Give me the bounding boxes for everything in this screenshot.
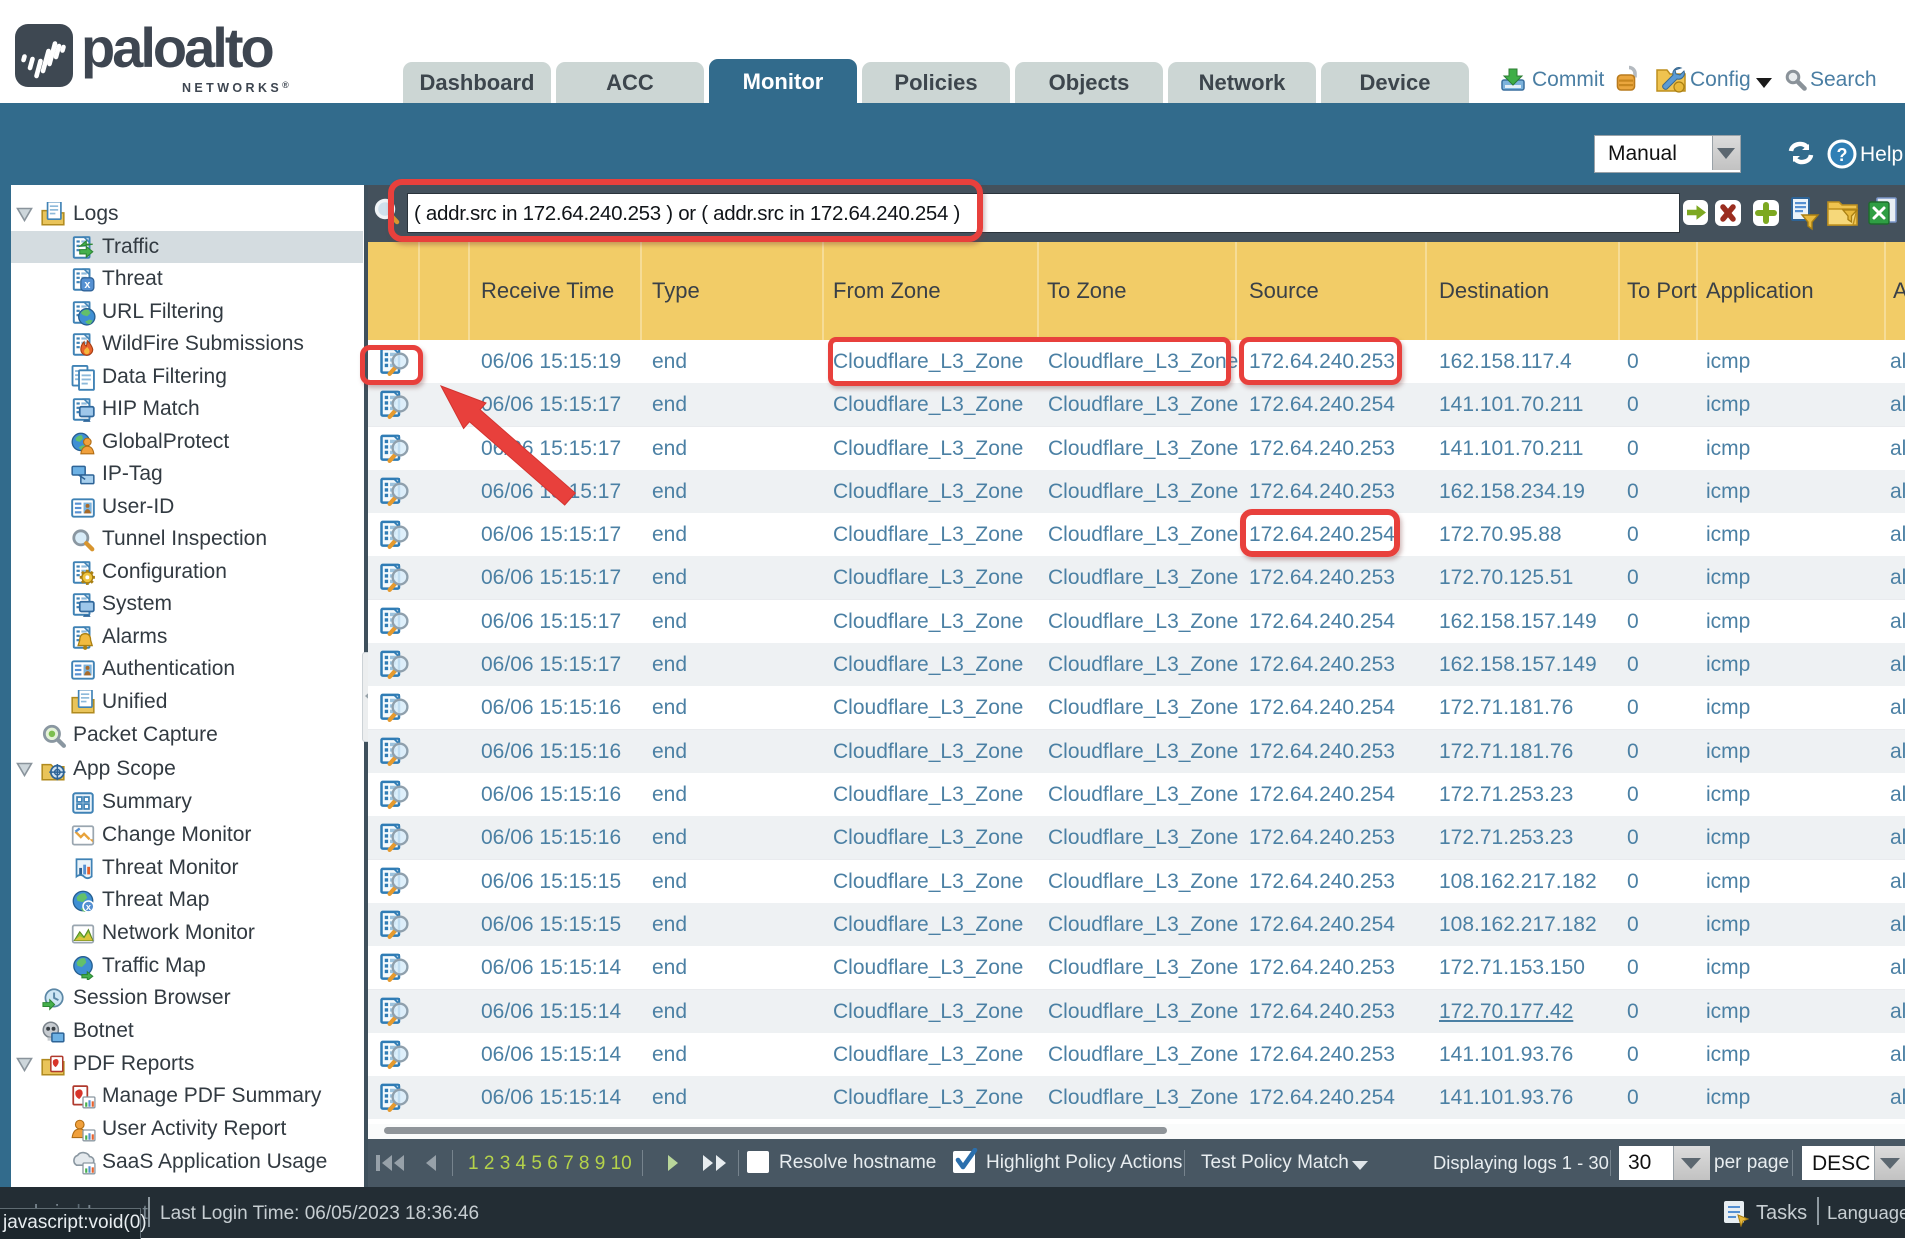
svg-text:?: ?	[1837, 145, 1848, 165]
